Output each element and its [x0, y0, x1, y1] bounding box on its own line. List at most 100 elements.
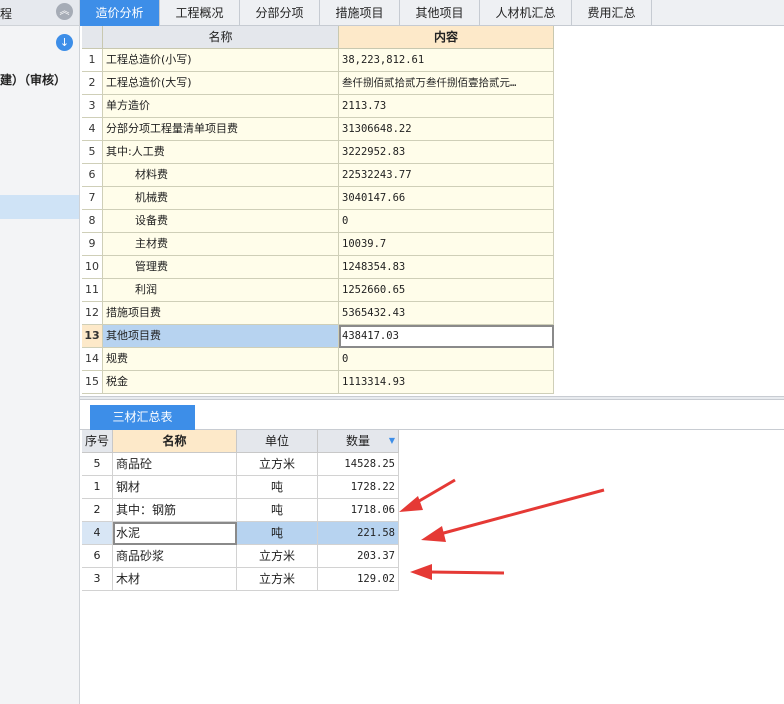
row-number[interactable]: 11 [82, 279, 103, 302]
summary-value-cell[interactable]: 0 [339, 210, 554, 233]
left-panel-header: 程 ︽ [0, 0, 79, 26]
summary-name-cell[interactable]: 分部分项工程量清单项目费 [103, 118, 339, 141]
summary-name-cell[interactable]: 机械费 [103, 187, 339, 210]
summary-name-cell[interactable]: 设备费 [103, 210, 339, 233]
material-unit-cell[interactable]: 吨 [237, 499, 318, 522]
download-icon[interactable]: ↓ [56, 34, 73, 51]
row-number[interactable]: 9 [82, 233, 103, 256]
tab-project-overview[interactable]: 工程概况 [160, 0, 240, 26]
row-number[interactable]: 2 [82, 72, 103, 95]
summary-name-cell[interactable]: 税金 [103, 371, 339, 394]
summary-value-cell[interactable]: 叁仟捌佰贰拾贰万叁仟捌佰壹拾贰元… [339, 72, 554, 95]
tab-three-materials[interactable]: 三材汇总表 [90, 405, 195, 430]
summary-name-cell[interactable]: 单方造价 [103, 95, 339, 118]
material-quantity-cell[interactable]: 1728.22 [318, 476, 399, 499]
column-header-seq[interactable]: 序号 [82, 430, 113, 453]
material-quantity-cell[interactable]: 203.37 [318, 545, 399, 568]
column-header-name[interactable]: 名称 [103, 26, 339, 49]
row-number[interactable]: 14 [82, 348, 103, 371]
summary-value-cell[interactable]: 22532243.77 [339, 164, 554, 187]
summary-value-cell[interactable]: 38,223,812.61 [339, 49, 554, 72]
material-unit-cell[interactable]: 立方米 [237, 545, 318, 568]
row-number[interactable]: 12 [82, 302, 103, 325]
cost-summary-table: 名称 内容 1 工程总造价(小写) 38,223,812.61 2 工程总造价(大写) 叁… [82, 26, 554, 394]
material-unit-cell[interactable]: 立方米 [237, 568, 318, 591]
left-panel: 程 ︽ ↓ 建）（审核） [0, 0, 80, 704]
collapse-icon[interactable]: ︽ [56, 3, 73, 20]
material-name-cell[interactable]: 商品砼 [113, 453, 237, 476]
material-name-cell[interactable]: 钢材 [113, 476, 237, 499]
tab-measures[interactable]: 措施项目 [320, 0, 400, 26]
summary-value-cell[interactable]: 5365432.43 [339, 302, 554, 325]
material-seq-cell[interactable]: 1 [82, 476, 113, 499]
main-tab-bar: 造价分析 工程概况 分部分项 措施项目 其他项目 人材机汇总 费用汇总 [80, 0, 784, 26]
summary-value-cell[interactable]: 1248354.83 [339, 256, 554, 279]
row-number[interactable]: 4 [82, 118, 103, 141]
summary-name-cell[interactable]: 材料费 [103, 164, 339, 187]
summary-value-cell[interactable]: 1252660.65 [339, 279, 554, 302]
summary-name-cell[interactable]: 主材费 [103, 233, 339, 256]
material-seq-cell[interactable]: 6 [82, 545, 113, 568]
material-seq-cell[interactable]: 5 [82, 453, 113, 476]
summary-name-cell[interactable]: 工程总造价(小写) [103, 49, 339, 72]
annotation-arrow-1 [399, 478, 456, 512]
column-header-quantity-label: 数量 [345, 434, 370, 448]
row-number[interactable]: 3 [82, 95, 103, 118]
tab-cost-analysis[interactable]: 造价分析 [80, 0, 160, 26]
summary-name-cell[interactable]: 工程总造价(大写) [103, 72, 339, 95]
row-number[interactable]: 13 [82, 325, 103, 348]
tab-sub-items[interactable]: 分部分项 [240, 0, 320, 26]
summary-name-cell[interactable]: 规费 [103, 348, 339, 371]
row-number-header [82, 26, 103, 49]
tree-selected-item[interactable] [0, 195, 79, 219]
material-quantity-cell[interactable]: 14528.25 [318, 453, 399, 476]
annotation-arrow-3 [410, 564, 505, 580]
material-seq-cell[interactable]: 3 [82, 568, 113, 591]
row-number[interactable]: 7 [82, 187, 103, 210]
summary-name-cell[interactable]: 其中:人工费 [103, 141, 339, 164]
material-name-cell[interactable]: 其中：钢筋 [113, 499, 237, 522]
material-seq-cell[interactable]: 2 [82, 499, 113, 522]
material-seq-cell[interactable]: 4 [82, 522, 113, 545]
summary-value-cell[interactable]: 1113314.93 [339, 371, 554, 394]
summary-value-cell[interactable]: 3222952.83 [339, 141, 554, 164]
materials-table: 序号 名称 单位 数量 ▼ 5 商品砼 立方米 14528.25 1 钢材吨 1728.22… [82, 430, 399, 591]
tab-other-items[interactable]: 其他项目 [400, 0, 480, 26]
sort-icon[interactable]: ▼ [389, 430, 395, 452]
material-quantity-cell[interactable]: 221.58 [318, 522, 399, 545]
annotation-arrow-2 [421, 488, 605, 542]
summary-value-cell[interactable]: 31306648.22 [339, 118, 554, 141]
row-number[interactable]: 15 [82, 371, 103, 394]
column-header-content[interactable]: 内容 [339, 26, 554, 49]
material-quantity-cell[interactable]: 129.02 [318, 568, 399, 591]
column-header-material-name[interactable]: 名称 [113, 430, 237, 453]
material-unit-cell[interactable]: 立方米 [237, 453, 318, 476]
summary-value-cell[interactable]: 3040147.66 [339, 187, 554, 210]
summary-name-cell[interactable]: 措施项目费 [103, 302, 339, 325]
column-header-quantity[interactable]: 数量 ▼ [318, 430, 399, 453]
summary-name-cell[interactable]: 其他项目费 [103, 325, 339, 348]
summary-name-cell[interactable]: 利润 [103, 279, 339, 302]
material-name-cell[interactable]: 商品砂浆 [113, 545, 237, 568]
tab-cost-summary[interactable]: 费用汇总 [572, 0, 652, 26]
row-number[interactable]: 10 [82, 256, 103, 279]
left-panel-title: 程 [0, 7, 13, 21]
summary-value-cell[interactable]: 2113.73 [339, 95, 554, 118]
row-number[interactable]: 5 [82, 141, 103, 164]
row-number[interactable]: 1 [82, 49, 103, 72]
summary-name-cell[interactable]: 管理费 [103, 256, 339, 279]
project-label[interactable]: 建）（审核） [0, 71, 66, 88]
material-quantity-cell[interactable]: 1718.06 [318, 499, 399, 522]
row-number[interactable]: 8 [82, 210, 103, 233]
row-number[interactable]: 6 [82, 164, 103, 187]
summary-value-cell[interactable]: 438417.03 [339, 325, 554, 348]
tab-labor-material-machine[interactable]: 人材机汇总 [480, 0, 572, 26]
column-header-unit[interactable]: 单位 [237, 430, 318, 453]
material-unit-cell[interactable]: 吨 [237, 476, 318, 499]
material-name-cell[interactable]: 水泥 [113, 522, 237, 545]
material-name-cell[interactable]: 木材 [113, 568, 237, 591]
summary-value-cell[interactable]: 10039.7 [339, 233, 554, 256]
summary-value-cell[interactable]: 0 [339, 348, 554, 371]
lower-tab-bar: 三材汇总表 [80, 400, 784, 430]
material-unit-cell[interactable]: 吨 [237, 522, 318, 545]
